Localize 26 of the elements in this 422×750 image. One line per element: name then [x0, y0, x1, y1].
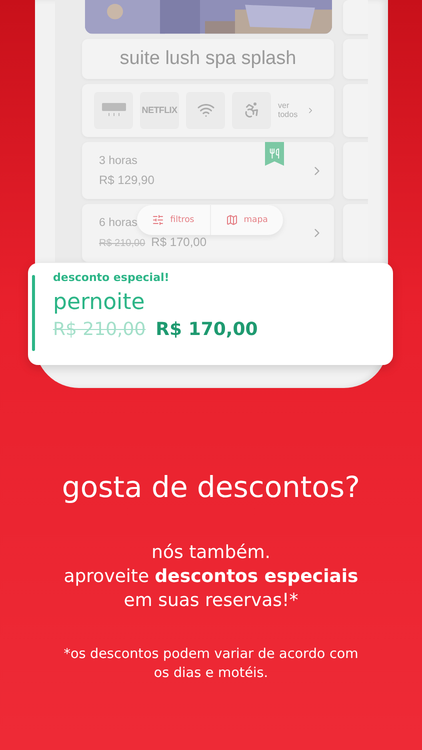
headline: gosta de descontos? — [62, 470, 360, 504]
period-name: 6 horas — [99, 217, 138, 230]
netflix-label: NETFLIX — [142, 105, 178, 116]
body-text: em suas reservas!* — [124, 590, 298, 611]
air-conditioner-icon — [102, 103, 126, 118]
wifi-icon — [196, 101, 214, 120]
map-button[interactable]: mapa — [210, 205, 283, 235]
period-price: R$ 170,00 — [151, 235, 207, 250]
discount-name: pernoite — [53, 290, 146, 315]
wheelchair-icon — [242, 101, 260, 120]
filter-button[interactable]: filtros — [137, 205, 210, 235]
old-price: R$ 210,00 — [99, 238, 146, 250]
old-price: R$ 210,00 — [53, 319, 146, 340]
room-title: suite lush spa splash — [82, 38, 334, 79]
discount-price: R$ 170,00 — [156, 319, 258, 340]
map-icon — [226, 214, 238, 226]
chevron-icon — [306, 106, 315, 115]
sliders-icon — [152, 214, 164, 226]
footnote: *os descontos podem variar de acordo com os dias e motéis. — [62, 645, 360, 683]
see-all-link[interactable]: ver todos — [278, 101, 318, 120]
body-text: aproveite descontos especiais — [64, 566, 358, 587]
period-price: R$ 129,90 — [99, 172, 154, 187]
period-name: 3 horas — [99, 154, 138, 167]
discount-tag: desconto especial! — [53, 271, 393, 284]
body-text: nós também. — [152, 542, 270, 563]
period-row[interactable]: 3 horas R$ 129,90 — [82, 142, 334, 200]
